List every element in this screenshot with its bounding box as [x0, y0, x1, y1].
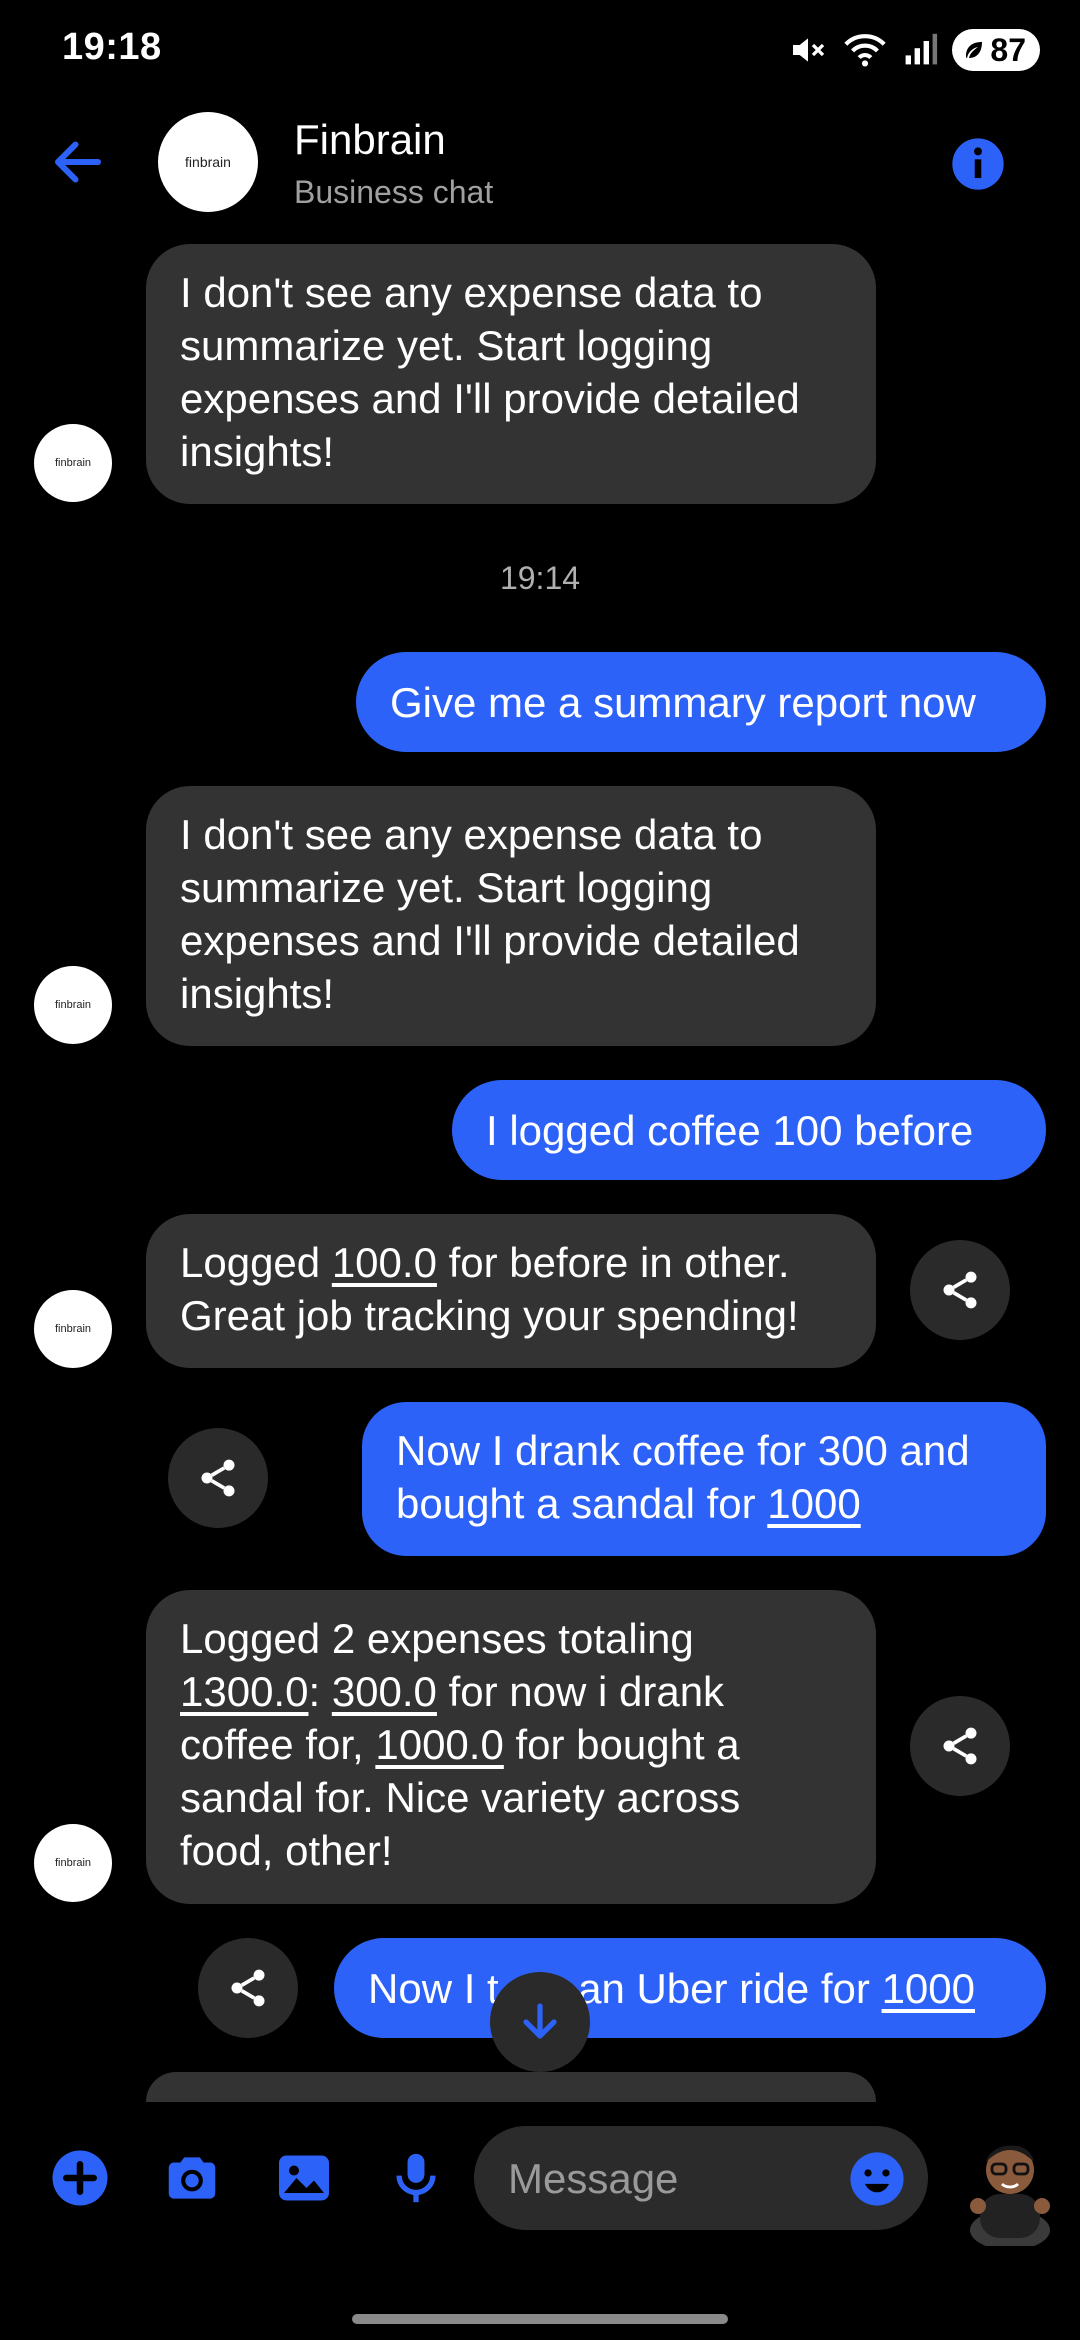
back-arrow-icon[interactable]: [48, 132, 108, 192]
share-button[interactable]: [168, 1428, 268, 1528]
status-bar: 19:18 87: [0, 0, 1080, 100]
message-text: Logged 2 expenses totaling: [180, 1615, 694, 1662]
sender-avatar[interactable]: finbrain: [34, 1290, 112, 1368]
share-icon: [231, 1969, 265, 2007]
share-icon: [201, 1459, 235, 1497]
amount-link[interactable]: 300.0: [332, 1668, 437, 1715]
outgoing-message[interactable]: Give me a summary report now: [356, 652, 1046, 752]
info-icon[interactable]: [950, 136, 1006, 192]
message-text: Now I drank coffee for 300 and bought a …: [396, 1427, 970, 1527]
message-text: an Uber ride for: [566, 1965, 882, 2012]
avatar-logo-text: finbrain: [54, 999, 92, 1011]
leaf-icon: [966, 42, 983, 58]
mute-icon: [793, 38, 825, 62]
amount-link[interactable]: 100.0: [332, 1239, 437, 1286]
voice-button[interactable]: [384, 2146, 448, 2210]
incoming-message[interactable]: I don't see any expense data to summariz…: [146, 244, 876, 504]
contact-avatar[interactable]: finbrain: [158, 112, 258, 212]
amount-link[interactable]: 1000.0: [375, 1721, 503, 1768]
share-button[interactable]: [910, 1240, 1010, 1340]
incoming-message[interactable]: Logged 100.0 for before in other. Great …: [146, 1214, 876, 1368]
message-text: I don't see any expense data to summariz…: [180, 811, 800, 1017]
arrow-down-icon: [523, 2003, 557, 2039]
message-composer: [0, 2110, 1080, 2250]
add-button[interactable]: [48, 2146, 112, 2210]
message-text: Logged: [180, 1239, 332, 1286]
message-timestamp: 19:14: [499, 560, 581, 596]
amount-link[interactable]: 1300.0: [180, 1668, 308, 1715]
message-text: Give me a summary report now: [390, 679, 976, 726]
sender-avatar[interactable]: finbrain: [34, 966, 112, 1044]
emoji-icon[interactable]: [848, 2150, 906, 2208]
outgoing-message[interactable]: Now I took an Uber ride for 1000: [334, 1938, 1046, 2038]
signal-icon: [906, 33, 938, 65]
outgoing-message[interactable]: I logged coffee 100 before: [452, 1080, 1046, 1180]
sender-avatar[interactable]: finbrain: [34, 1824, 112, 1902]
share-button[interactable]: [910, 1696, 1010, 1796]
incoming-message-partial[interactable]: [146, 2072, 876, 2102]
message-text: :: [308, 1668, 332, 1715]
status-time: 19:18: [62, 26, 162, 68]
avatar-sticker-icon[interactable]: [960, 2126, 1060, 2246]
message-text: I don't see any expense data to summariz…: [180, 269, 800, 475]
wifi-icon: [844, 34, 887, 67]
share-icon: [943, 1271, 977, 1309]
share-button[interactable]: [198, 1938, 298, 2038]
message-text: Now I t: [368, 1965, 499, 2012]
home-indicator[interactable]: [352, 2314, 728, 2324]
battery-level: 87: [990, 31, 1026, 68]
share-icon: [943, 1727, 977, 1765]
contact-subtitle: Business chat: [294, 174, 494, 210]
avatar-logo-text: finbrain: [54, 1323, 92, 1335]
plus-icon: [52, 2150, 108, 2206]
microphone-icon: [396, 2153, 436, 2203]
outgoing-message[interactable]: Now I drank coffee for 300 and bought a …: [362, 1402, 1046, 1556]
gallery-button[interactable]: [272, 2146, 336, 2210]
incoming-message[interactable]: I don't see any expense data to summariz…: [146, 786, 876, 1046]
message-text: I logged coffee 100 before: [486, 1107, 974, 1154]
camera-icon: [168, 2157, 216, 2199]
status-icons: 87: [788, 26, 1040, 74]
sender-avatar[interactable]: finbrain: [34, 424, 112, 502]
camera-button[interactable]: [160, 2146, 224, 2210]
scroll-to-bottom-button[interactable]: [490, 1972, 590, 2072]
battery-indicator: 87: [952, 29, 1040, 71]
avatar-logo-text: finbrain: [54, 457, 92, 469]
image-icon: [279, 2155, 329, 2201]
amount-link[interactable]: 1000: [882, 1965, 975, 2012]
chat-header: finbrain Finbrain Business chat: [0, 110, 1080, 220]
contact-name[interactable]: Finbrain: [294, 116, 446, 164]
message-input[interactable]: [506, 2126, 840, 2232]
incoming-message[interactable]: Logged 2 expenses totaling 1300.0: 300.0…: [146, 1590, 876, 1904]
avatar-logo-text: finbrain: [185, 154, 231, 170]
avatar-logo-text: finbrain: [54, 1857, 92, 1869]
message-input-container[interactable]: [474, 2126, 928, 2232]
amount-link[interactable]: 1000: [767, 1480, 860, 1527]
